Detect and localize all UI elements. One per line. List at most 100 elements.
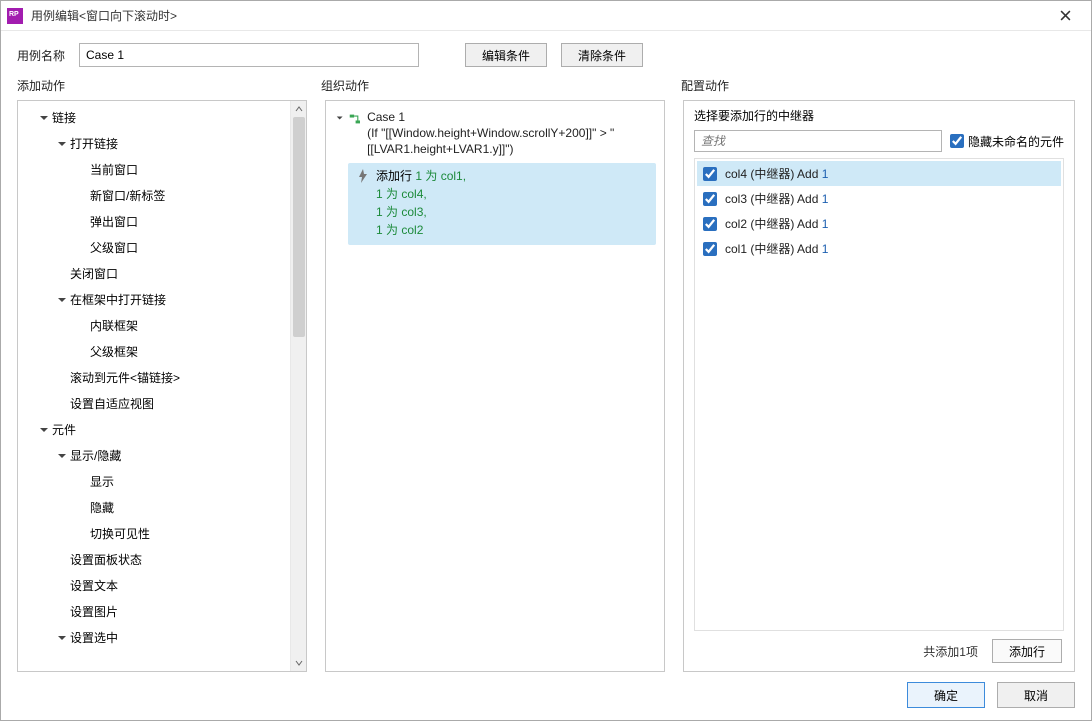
tree-item[interactable]: 切换可见性 — [18, 521, 290, 547]
chevron-down-icon — [56, 632, 68, 644]
action-node[interactable]: 添加行 1 为 col1,1 为 col4,1 为 col3,1 为 col2 — [348, 163, 656, 245]
tree-item-label: 打开链接 — [70, 134, 118, 154]
ok-button[interactable]: 确定 — [907, 682, 985, 708]
section-organize-action: 组织动作 — [321, 77, 681, 94]
tree-item[interactable]: 设置面板状态 — [18, 547, 290, 573]
action-tree[interactable]: 链接打开链接当前窗口新窗口/新标签弹出窗口父级窗口关闭窗口在框架中打开链接内联框… — [18, 101, 290, 671]
config-title: 选择要添加行的中继器 — [694, 107, 1064, 124]
repeater-checkbox[interactable] — [703, 217, 717, 231]
action-text: 添加行 1 为 col1,1 为 col4,1 为 col3,1 为 col2 — [376, 167, 466, 239]
repeater-row[interactable]: col3 (中继器) Add 1 — [697, 186, 1061, 211]
repeater-list: col4 (中继器) Add 1 col3 (中继器) Add 1 col2 (中继… — [694, 158, 1064, 631]
tree-item-label: 显示/隐藏 — [70, 446, 121, 466]
repeater-row[interactable]: col4 (中继器) Add 1 — [697, 161, 1061, 186]
repeater-label: col4 (中继器) Add 1 — [725, 165, 828, 182]
action-title: 添加行 — [376, 169, 412, 183]
tree-item-label: 关闭窗口 — [70, 264, 118, 284]
chevron-down-icon — [56, 294, 68, 306]
panels: 链接打开链接当前窗口新窗口/新标签弹出窗口父级窗口关闭窗口在框架中打开链接内联框… — [1, 100, 1091, 672]
selection-count: 共添加1项 — [923, 643, 978, 660]
clear-condition-button[interactable]: 清除条件 — [561, 43, 643, 67]
tree-item[interactable]: 显示/隐藏 — [18, 443, 290, 469]
section-config-action: 配置动作 — [681, 77, 1075, 94]
chevron-down-icon — [56, 450, 68, 462]
tree-item[interactable]: 内联框架 — [18, 313, 290, 339]
bottombar: 确定 取消 — [1, 672, 1091, 720]
tree-item-label: 隐藏 — [90, 498, 114, 518]
tree-item[interactable]: 父级窗口 — [18, 235, 290, 261]
hide-unnamed-checkbox[interactable] — [950, 134, 964, 148]
case-node-text: Case 1 (If "[[Window.height+Window.scrol… — [367, 109, 656, 157]
repeater-checkbox[interactable] — [703, 242, 717, 256]
repeater-label: col3 (中继器) Add 1 — [725, 190, 828, 207]
repeater-row[interactable]: col2 (中继器) Add 1 — [697, 211, 1061, 236]
bolt-icon — [356, 169, 370, 183]
action-tree-panel: 链接打开链接当前窗口新窗口/新标签弹出窗口父级窗口关闭窗口在框架中打开链接内联框… — [17, 100, 307, 672]
tree-item[interactable]: 滚动到元件<锚链接> — [18, 365, 290, 391]
tree-item[interactable]: 隐藏 — [18, 495, 290, 521]
tree-item-label: 设置选中 — [70, 628, 118, 648]
close-icon — [1060, 10, 1071, 21]
chevron-down-icon — [56, 138, 68, 150]
case-condition: (If "[[Window.height+Window.scrollY+200]… — [367, 125, 656, 157]
tree-item-label: 当前窗口 — [90, 160, 138, 180]
tree-item-label: 父级框架 — [90, 342, 138, 362]
tree-item-label: 设置文本 — [70, 576, 118, 596]
config-footer: 共添加1项 添加行 — [694, 631, 1064, 665]
add-row-button[interactable]: 添加行 — [992, 639, 1062, 663]
tree-item-label: 元件 — [52, 420, 76, 440]
section-headers: 添加动作 组织动作 配置动作 — [1, 77, 1091, 100]
search-row: 隐藏未命名的元件 — [694, 130, 1064, 152]
tree-item[interactable]: 父级框架 — [18, 339, 290, 365]
repeater-checkbox[interactable] — [703, 167, 717, 181]
tree-item[interactable]: 在框架中打开链接 — [18, 287, 290, 313]
tree-item-label: 切换可见性 — [90, 524, 150, 544]
tree-item[interactable]: 显示 — [18, 469, 290, 495]
tree-item-label: 新窗口/新标签 — [90, 186, 165, 206]
tree-item-label: 在框架中打开链接 — [70, 290, 166, 310]
tree-scrollbar[interactable] — [290, 101, 306, 671]
tree-item-label: 弹出窗口 — [90, 212, 138, 232]
tree-item[interactable]: 设置选中 — [18, 625, 290, 651]
case-name-label: 用例名称 — [17, 47, 65, 64]
search-input[interactable] — [694, 130, 942, 152]
tree-item[interactable]: 当前窗口 — [18, 157, 290, 183]
tree-item[interactable]: 打开链接 — [18, 131, 290, 157]
config-panel: 选择要添加行的中继器 隐藏未命名的元件 col4 (中继器) Add 1 col3… — [683, 100, 1075, 672]
repeater-row[interactable]: col1 (中继器) Add 1 — [697, 236, 1061, 261]
edit-condition-button[interactable]: 编辑条件 — [465, 43, 547, 67]
section-add-action: 添加动作 — [17, 77, 321, 94]
close-button[interactable] — [1045, 2, 1085, 30]
tree-item-label: 显示 — [90, 472, 114, 492]
titlebar: 用例编辑<窗口向下滚动时> — [1, 1, 1091, 31]
tree-item-label: 设置自适应视图 — [70, 394, 154, 414]
chevron-down-icon — [38, 424, 50, 436]
repeater-checkbox[interactable] — [703, 192, 717, 206]
flow-icon — [349, 111, 361, 127]
case-name-text: Case 1 — [367, 109, 656, 125]
repeater-label: col2 (中继器) Add 1 — [725, 215, 828, 232]
tree-item[interactable]: 关闭窗口 — [18, 261, 290, 287]
cancel-button[interactable]: 取消 — [997, 682, 1075, 708]
tree-item[interactable]: 新窗口/新标签 — [18, 183, 290, 209]
tree-item-label: 内联框架 — [90, 316, 138, 336]
case-toolbar: 用例名称 编辑条件 清除条件 — [1, 31, 1091, 77]
expand-icon — [336, 113, 343, 123]
tree-item-label: 父级窗口 — [90, 238, 138, 258]
tree-item[interactable]: 弹出窗口 — [18, 209, 290, 235]
tree-item-label: 设置面板状态 — [70, 550, 142, 570]
window-title: 用例编辑<窗口向下滚动时> — [31, 7, 177, 24]
case-node[interactable]: Case 1 (If "[[Window.height+Window.scrol… — [326, 105, 664, 161]
hide-unnamed-toggle[interactable]: 隐藏未命名的元件 — [950, 133, 1064, 150]
tree-item[interactable]: 链接 — [18, 105, 290, 131]
tree-item[interactable]: 设置图片 — [18, 599, 290, 625]
chevron-down-icon — [38, 112, 50, 124]
case-name-input[interactable] — [79, 43, 419, 67]
tree-item[interactable]: 元件 — [18, 417, 290, 443]
tree-item[interactable]: 设置文本 — [18, 573, 290, 599]
scroll-up-icon[interactable] — [291, 101, 306, 117]
tree-item-label: 链接 — [52, 108, 76, 128]
scroll-down-icon[interactable] — [291, 655, 306, 671]
tree-item[interactable]: 设置自适应视图 — [18, 391, 290, 417]
scroll-thumb[interactable] — [293, 117, 305, 337]
